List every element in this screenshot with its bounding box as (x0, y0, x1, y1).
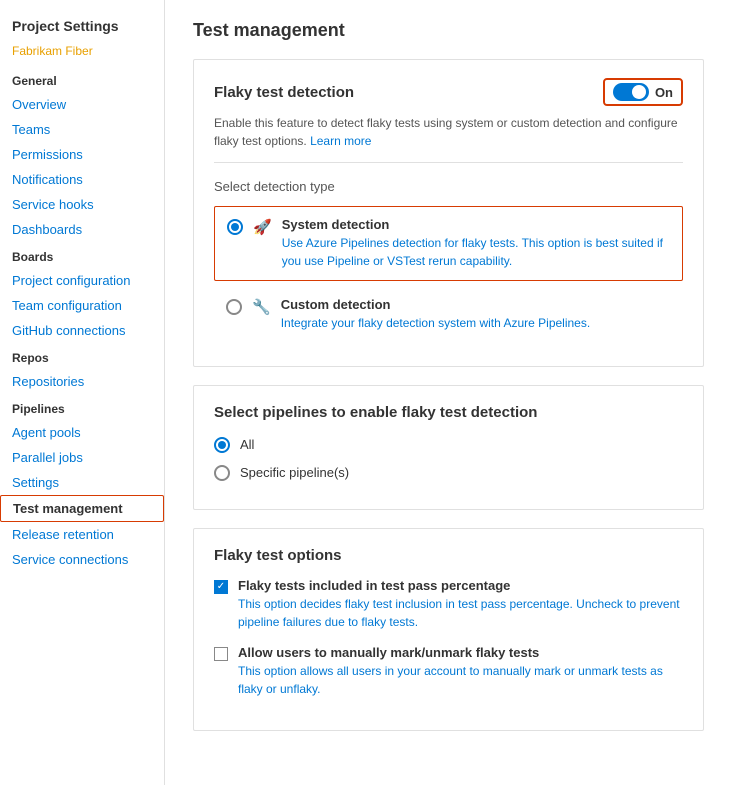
pipeline-all-radio-fill (218, 441, 226, 449)
sidebar-item-release-retention[interactable]: Release retention (0, 522, 164, 547)
sidebar-item-service-connections[interactable]: Service connections (0, 547, 164, 572)
sidebar-item-parallel-jobs[interactable]: Parallel jobs (0, 445, 164, 470)
main-content: Test management Flaky test detection On … (165, 0, 732, 785)
pipeline-all-option[interactable]: All (214, 435, 683, 453)
system-detection-title: System detection (282, 217, 670, 232)
sidebar-item-team-configuration[interactable]: Team configuration (0, 293, 164, 318)
flaky-options-title: Flaky test options (214, 547, 683, 564)
toggle-thumb (632, 85, 646, 99)
pipeline-all-label: All (240, 437, 254, 452)
system-detection-radio-fill (231, 223, 239, 231)
sidebar-item-github-connections[interactable]: GitHub connections (0, 318, 164, 343)
allow-mark-option: Allow users to manually mark/unmark flak… (214, 645, 683, 698)
include-percentage-desc: This option decides flaky test inclusion… (238, 595, 683, 631)
allow-mark-content: Allow users to manually mark/unmark flak… (238, 645, 683, 698)
pipeline-specific-radio[interactable] (214, 465, 230, 481)
sidebar-item-service-hooks[interactable]: Service hooks (0, 192, 164, 217)
system-detection-icon: 🚀 (253, 218, 272, 236)
sidebar-item-test-management[interactable]: Test management (0, 495, 164, 522)
sidebar-item-repositories[interactable]: Repositories (0, 369, 164, 394)
system-detection-content: System detection Use Azure Pipelines det… (282, 217, 670, 270)
custom-detection-option[interactable]: 🔧 Custom detection Integrate your flaky … (214, 287, 683, 342)
sidebar-item-agent-pools[interactable]: Agent pools (0, 420, 164, 445)
custom-detection-title: Custom detection (281, 297, 671, 312)
sidebar-item-project-configuration[interactable]: Project configuration (0, 268, 164, 293)
detection-type-label: Select detection type (214, 179, 683, 194)
include-percentage-content: Flaky tests included in test pass percen… (238, 578, 683, 631)
flaky-detection-header: Flaky test detection On (214, 78, 683, 106)
custom-detection-radio[interactable] (226, 299, 242, 315)
custom-detection-icon: 🔧 (252, 298, 271, 316)
sidebar-section-repos: Repos (0, 343, 164, 369)
pipeline-selection-title: Select pipelines to enable flaky test de… (214, 404, 683, 421)
toggle-label: On (655, 85, 673, 100)
divider (214, 162, 683, 163)
sidebar-title: Project Settings (0, 10, 164, 42)
toggle-container: On (603, 78, 683, 106)
sidebar-section-boards: Boards (0, 242, 164, 268)
sidebar-item-permissions[interactable]: Permissions (0, 142, 164, 167)
sidebar-section-general: General (0, 66, 164, 92)
include-percentage-title: Flaky tests included in test pass percen… (238, 578, 683, 593)
pipeline-selection-card: Select pipelines to enable flaky test de… (193, 385, 704, 510)
include-percentage-checkbox[interactable]: ✓ (214, 580, 228, 594)
pipeline-all-radio[interactable] (214, 437, 230, 453)
allow-mark-title: Allow users to manually mark/unmark flak… (238, 645, 683, 660)
sidebar-item-overview[interactable]: Overview (0, 92, 164, 117)
sidebar-item-settings[interactable]: Settings (0, 470, 164, 495)
flaky-detection-desc: Enable this feature to detect flaky test… (214, 114, 683, 150)
page-title: Test management (193, 20, 704, 41)
allow-mark-desc: This option allows all users in your acc… (238, 662, 683, 698)
flaky-detection-card: Flaky test detection On Enable this feat… (193, 59, 704, 367)
checkmark-icon: ✓ (217, 582, 225, 592)
system-detection-option[interactable]: 🚀 System detection Use Azure Pipelines d… (214, 206, 683, 281)
sidebar-item-notifications[interactable]: Notifications (0, 167, 164, 192)
sidebar-item-teams[interactable]: Teams (0, 117, 164, 142)
sidebar-subtitle[interactable]: Fabrikam Fiber (0, 42, 164, 66)
custom-detection-desc: Integrate your flaky detection system wi… (281, 314, 671, 332)
sidebar-item-dashboards[interactable]: Dashboards (0, 217, 164, 242)
toggle-track (613, 83, 649, 101)
system-detection-desc: Use Azure Pipelines detection for flaky … (282, 234, 670, 270)
learn-more-link[interactable]: Learn more (310, 134, 371, 148)
pipeline-specific-option[interactable]: Specific pipeline(s) (214, 463, 683, 481)
system-detection-radio[interactable] (227, 219, 243, 235)
pipeline-specific-label: Specific pipeline(s) (240, 465, 349, 480)
include-percentage-option: ✓ Flaky tests included in test pass perc… (214, 578, 683, 631)
sidebar-section-pipelines: Pipelines (0, 394, 164, 420)
flaky-detection-toggle[interactable] (613, 83, 649, 101)
flaky-options-card: Flaky test options ✓ Flaky tests include… (193, 528, 704, 731)
allow-mark-checkbox[interactable] (214, 647, 228, 661)
sidebar: Project SettingsFabrikam FiberGeneralOve… (0, 0, 165, 785)
flaky-detection-title: Flaky test detection (214, 84, 354, 101)
custom-detection-content: Custom detection Integrate your flaky de… (281, 297, 671, 332)
